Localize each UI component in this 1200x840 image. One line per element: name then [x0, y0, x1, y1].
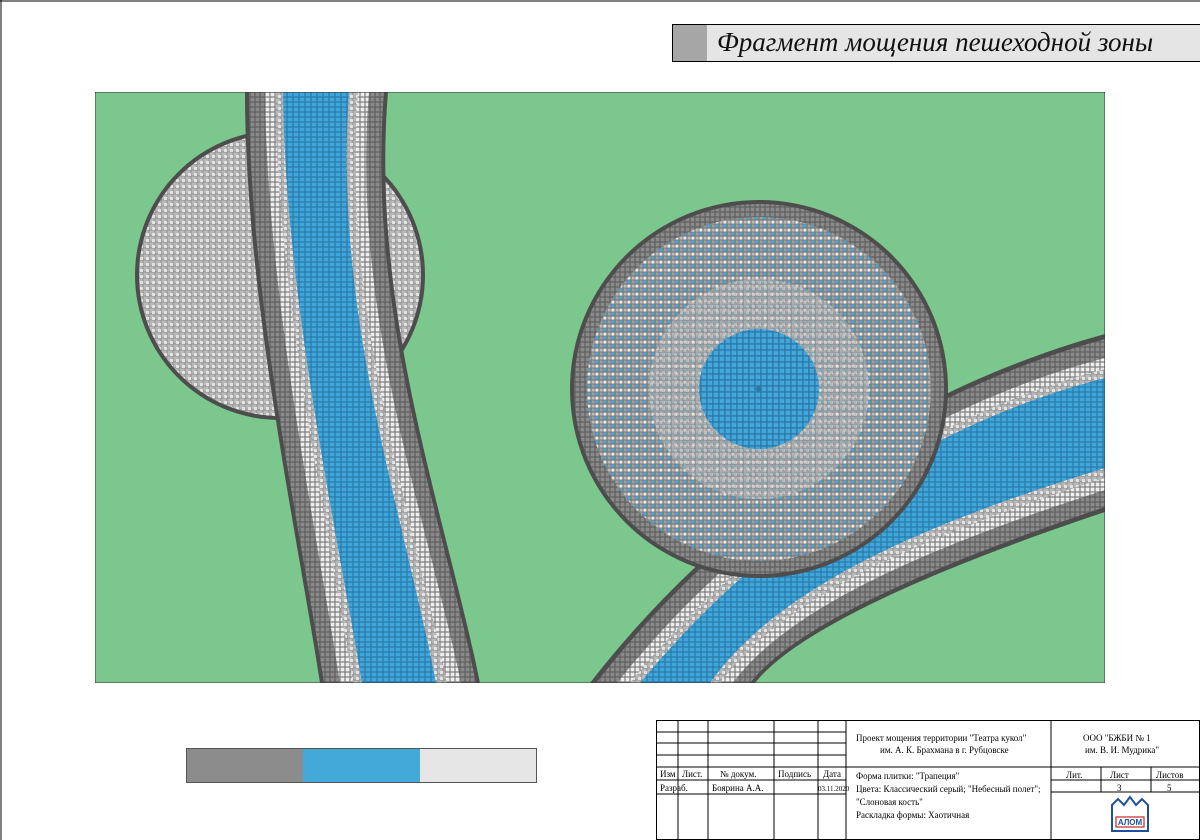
stamp-header-sheets: Листов — [1156, 770, 1184, 780]
stamp-header-sheet: Лист — [1110, 770, 1129, 780]
stamp-project-line2: им. А. К. Брахмана в г. Рубцовске — [880, 745, 1009, 755]
page-title: Фрагмент мощения пешеходной зоны — [717, 27, 1154, 57]
stamp-project-line1: Проект мощения территории "Театра кукол" — [856, 733, 1027, 743]
stamp-sheets-total: 5 — [1167, 783, 1172, 793]
stamp-role: Разраб. — [660, 783, 688, 793]
title-marker — [673, 25, 707, 61]
stamp-spec-line2: Цвета: Классический серый; "Небесный пол… — [856, 784, 1041, 794]
swatch-gray — [187, 749, 304, 782]
stamp-header-izm: Изм — [660, 769, 676, 779]
stamp-sheet-number: 3 — [1117, 783, 1122, 793]
stamp-spec-line4: Раскладка формы: Хаотичная — [856, 810, 970, 820]
stamp-spec-line3: "Слоновая кость" — [856, 797, 923, 807]
stamp-company-line2: им. В. И. Мудрика" — [1085, 745, 1160, 755]
stamp-header-list: Лист. — [682, 769, 703, 779]
title-block: Фрагмент мощения пешеходной зоны — [672, 24, 1200, 62]
swatch-ivory — [419, 749, 536, 782]
company-logo: АЛОМ — [1111, 795, 1149, 832]
color-swatches — [186, 748, 537, 783]
stamp-header-lit: Лит. — [1066, 770, 1083, 780]
logo-text: АЛОМ — [1118, 818, 1143, 827]
stamp-header-doc: № докум. — [720, 769, 757, 779]
stamp-author: Боярина А.А. — [712, 783, 764, 793]
round-plaza — [570, 200, 948, 578]
swatch-blue — [303, 749, 420, 782]
stamp-header-sign: Подпись — [778, 769, 812, 779]
stamp-date: 03.11.2020 — [818, 785, 850, 793]
stamp-spec-line1: Форма плитки: "Трапеция" — [856, 771, 960, 781]
paving-plan — [95, 92, 1105, 683]
stamp-company-line1: ООО "БЖБИ № 1 — [1083, 733, 1151, 743]
stamp-header-date: Дата — [823, 769, 841, 779]
